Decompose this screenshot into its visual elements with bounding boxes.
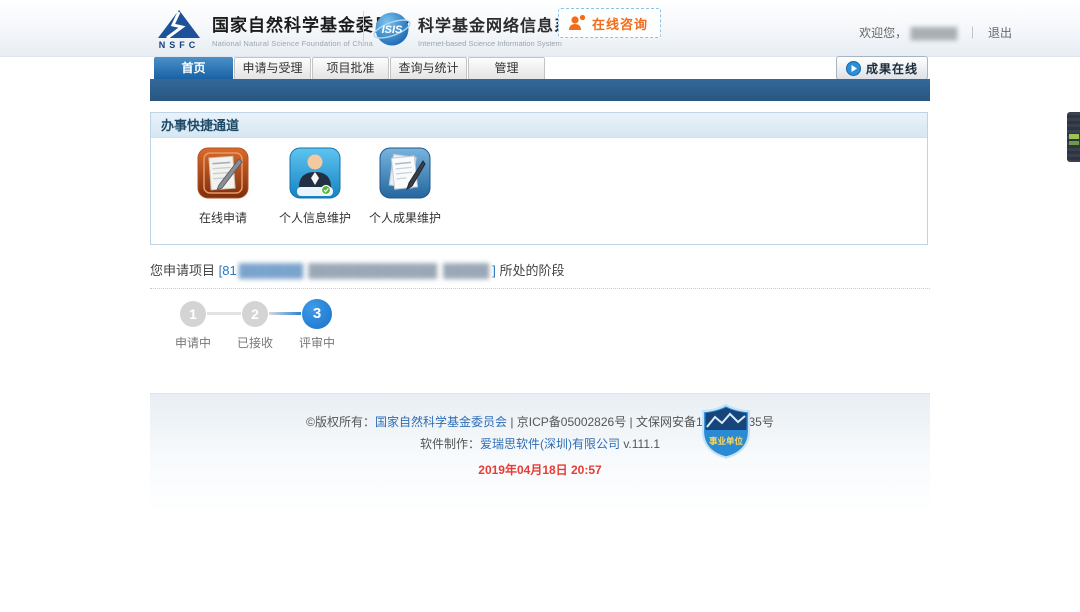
personal-info-icon [289,147,341,199]
nsfc-logo-icon: NSFC [152,8,206,50]
header-divider [363,11,364,45]
quick-item-personal-results[interactable]: 个人成果维护 [359,147,451,226]
side-widget-handle[interactable] [1067,112,1080,162]
footer-datetime: 2019年04月18日 20:57 [150,461,930,478]
online-apply-icon [197,147,249,199]
step-connector-1 [207,312,241,315]
step-circle-3-active: 3 [302,299,332,329]
blue-banner-bar [150,79,930,101]
quick-label-personal-info: 个人信息维护 [269,209,361,226]
project-title-redacted: ██████████████ [308,263,437,278]
online-consult-button[interactable]: 在线咨询 [558,8,661,38]
quick-access-panel: 办事快捷通道 [150,112,928,245]
personal-results-icon [379,147,431,199]
progress-steps: 1 2 3 申请中 已接收 评审中 [150,296,930,352]
step-label-under-review: 评审中 [287,334,347,351]
side-widget-stripe [1069,141,1079,145]
badge-label: 事业单位 [709,436,744,446]
step-connector-2 [269,312,301,315]
results-online-button[interactable]: 成果在线 [836,56,928,80]
project-prefix: 您申请项目 [150,263,219,278]
public-institution-badge-icon[interactable]: 事业单位 [700,403,752,459]
side-widget-stripe [1069,134,1079,139]
nav-row: 首页 申请与受理 项目批准 查询与统计 管理 成果在线 [0,57,1080,79]
header: NSFC 国家自然科学基金委员会 National Natural Scienc… [0,0,1080,57]
arrow-circle-icon [846,61,861,76]
tab-query-statistics[interactable]: 查询与统计 [390,57,467,79]
quick-label-online-apply: 在线申请 [177,209,269,226]
quick-item-personal-info[interactable]: 个人信息维护 [269,147,361,226]
quick-label-personal-results: 个人成果维护 [359,209,451,226]
project-suffix: 所处的阶段 [496,263,565,278]
logout-link[interactable]: 退出 [988,26,1012,40]
isis-logo-icon: ISIS [372,9,412,49]
quick-access-body: 在线申请 个人信息维护 [151,138,927,244]
results-online-label: 成果在线 [866,60,918,77]
consult-person-icon [567,13,587,33]
welcome-separator: ｜ [967,26,979,40]
welcome-prefix: 欢迎您， [859,26,907,40]
quick-item-online-apply[interactable]: 在线申请 [177,147,269,226]
footer-maker-link[interactable]: 爱瑞思软件(深圳)有限公司 [480,437,620,451]
dotted-separator [150,288,930,289]
project-id-redacted: ███████ [239,263,303,278]
nav-tabs: 首页 申请与受理 项目批准 查询与统计 管理 [154,57,546,79]
project-tail-redacted: █████ [443,263,489,278]
footer: ©版权所有：国家自然科学基金委员会 | 京ICP备05002826号 | 文保网… [150,393,930,612]
consult-label: 在线咨询 [592,14,648,33]
system-subtitle: Internet-based Science Information Syste… [418,39,588,48]
maker-prefix: 软件制作： [420,437,480,451]
tab-home[interactable]: 首页 [154,57,233,79]
footer-maker-line: 软件制作：爱瑞思软件(深圳)有限公司 v.111.1 [150,435,930,452]
copyright-prefix: ©版权所有： [306,415,375,429]
step-label-applying: 申请中 [163,334,223,351]
step-circle-2: 2 [242,301,268,327]
step-label-received: 已接收 [225,334,285,351]
user-name-redacted: ██████ [911,28,958,40]
tab-project-approval[interactable]: 项目批准 [312,57,389,79]
page: NSFC 国家自然科学基金委员会 National Natural Scienc… [0,0,1080,612]
project-stage-line: 您申请项目 [81██████████████████████████] 所处的… [150,260,930,279]
footer-version: v.111.1 [620,437,660,451]
tab-management[interactable]: 管理 [468,57,545,79]
svg-text:ISIS: ISIS [382,24,403,36]
project-link[interactable]: [81██████████████████████████] [219,263,496,278]
footer-icp: 京ICP备05002826号 [517,415,626,429]
welcome-area: 欢迎您， ██████ ｜ 退出 [859,24,1012,41]
footer-org-link[interactable]: 国家自然科学基金委员会 [375,415,507,429]
svg-text:NSFC: NSFC [159,40,200,50]
tab-apply-accept[interactable]: 申请与受理 [234,57,311,79]
step-circle-1: 1 [180,301,206,327]
quick-access-title: 办事快捷通道 [151,113,927,138]
footer-copyright-line: ©版权所有：国家自然科学基金委员会 | 京ICP备05002826号 | 文保网… [150,394,930,430]
